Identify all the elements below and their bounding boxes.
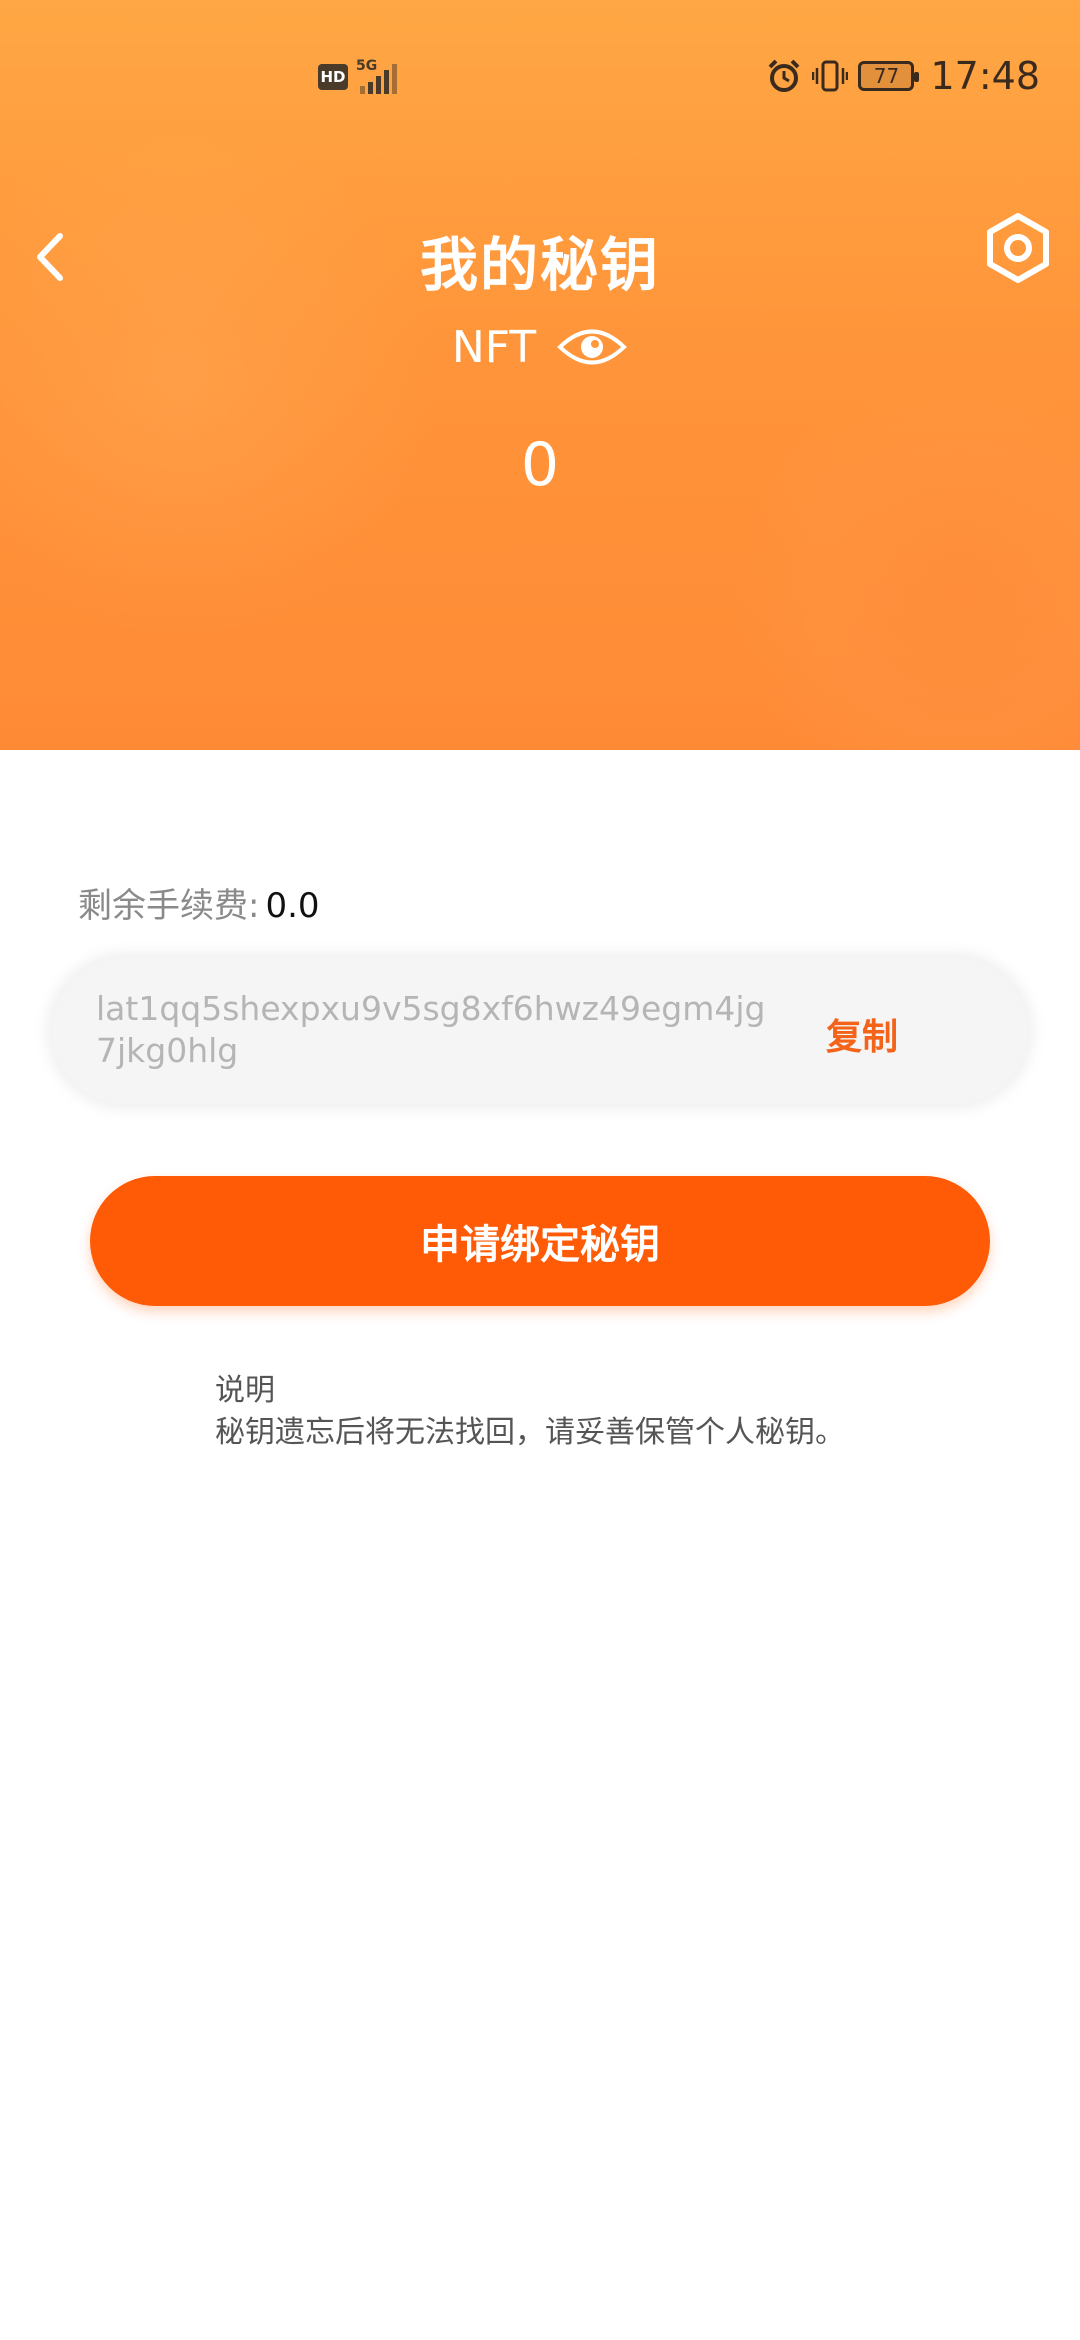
key-address: lat1qq5shexpxu9v5sg8xf6hwz49egm4jg7jkg0h… bbox=[96, 989, 766, 1070]
alarm-icon bbox=[769, 59, 800, 92]
asset-row: NFT bbox=[0, 312, 1080, 382]
eye-icon[interactable] bbox=[556, 322, 628, 372]
copy-button[interactable]: 复制 bbox=[826, 1008, 898, 1060]
note-title: 说明 bbox=[215, 1373, 275, 1408]
header-background: HD 5G 77 17:48 我的秘钥 NFT 0 bbox=[0, 0, 1080, 750]
vibrate-icon bbox=[812, 60, 849, 92]
status-bar: HD 5G 77 17:48 bbox=[0, 0, 1080, 150]
key-box: lat1qq5shexpxu9v5sg8xf6hwz49egm4jg7jkg0h… bbox=[52, 958, 1028, 1104]
status-right: 77 17:48 bbox=[766, 54, 1040, 98]
clock: 17:48 bbox=[930, 54, 1040, 98]
asset-label: NFT bbox=[451, 321, 537, 373]
fee-label: 剩余手续费: bbox=[78, 886, 260, 926]
bind-key-button[interactable]: 申请绑定秘钥 bbox=[90, 1176, 990, 1306]
fee-row: 剩余手续费: 0.0 bbox=[78, 878, 320, 927]
note: 说明 秘钥遗忘后将无法找回，请妥善保管个人秘钥。 bbox=[215, 1370, 845, 1454]
hd-icon: HD bbox=[318, 64, 348, 90]
battery-icon: 77 bbox=[858, 61, 920, 91]
page: HD 5G 77 17:48 我的秘钥 NFT 0 剩余手续费: 0.0 lat… bbox=[0, 0, 1080, 2340]
signal-icon bbox=[360, 64, 397, 94]
page-title: 我的秘钥 bbox=[419, 231, 660, 299]
fee-value: 0.0 bbox=[265, 886, 320, 926]
note-text: 秘钥遗忘后将无法找回，请妥善保管个人秘钥。 bbox=[215, 1415, 845, 1450]
header-glow-right bbox=[730, 360, 1080, 750]
balance-value: 0 bbox=[520, 430, 560, 500]
